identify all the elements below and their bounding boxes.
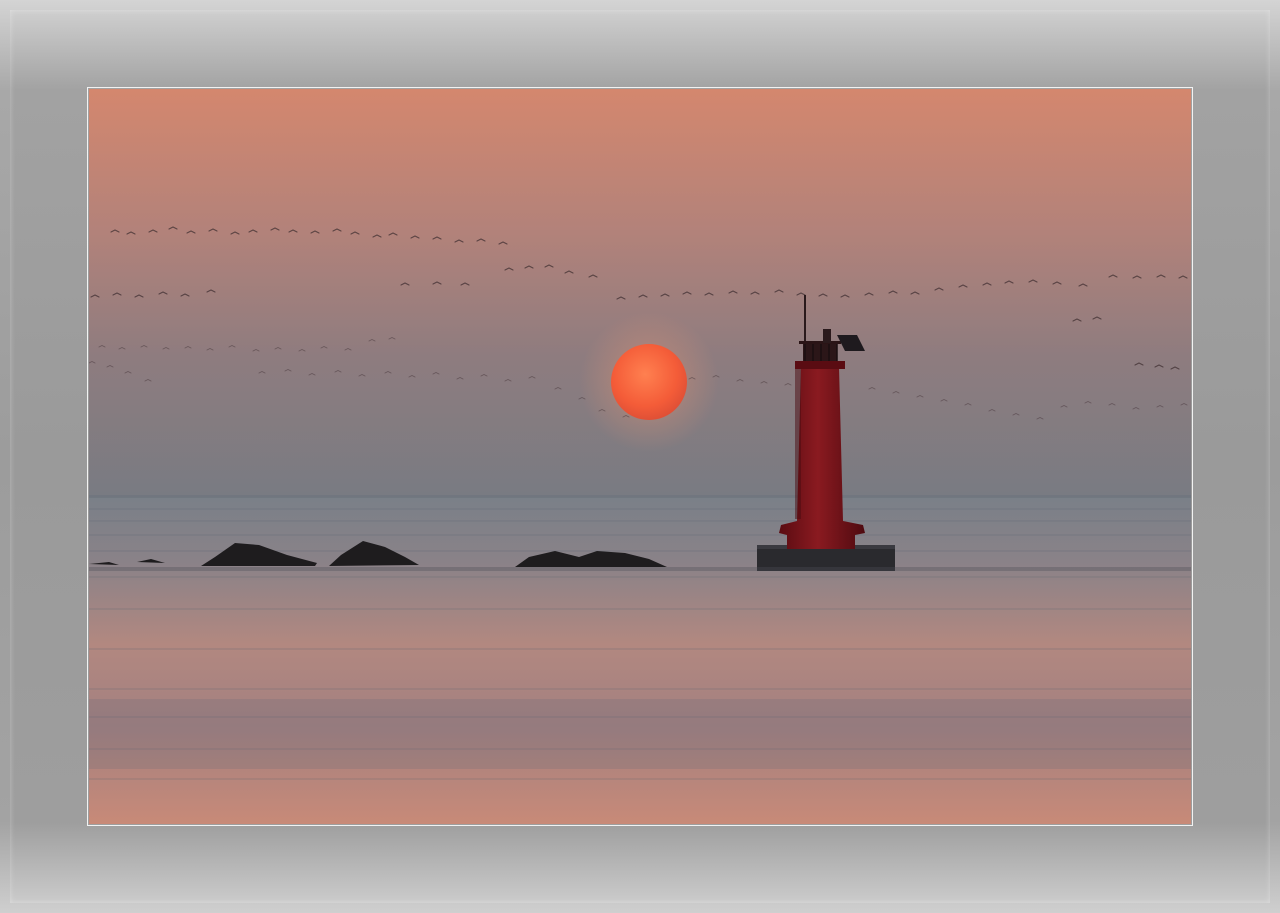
sea-dark-band	[89, 699, 1191, 769]
rock-reflection	[89, 567, 1191, 571]
seascape-scene	[89, 89, 1191, 824]
photograph	[89, 89, 1191, 824]
horizon-line	[89, 495, 1191, 498]
sun	[611, 344, 687, 420]
lighthouse-lantern-room	[803, 343, 837, 361]
